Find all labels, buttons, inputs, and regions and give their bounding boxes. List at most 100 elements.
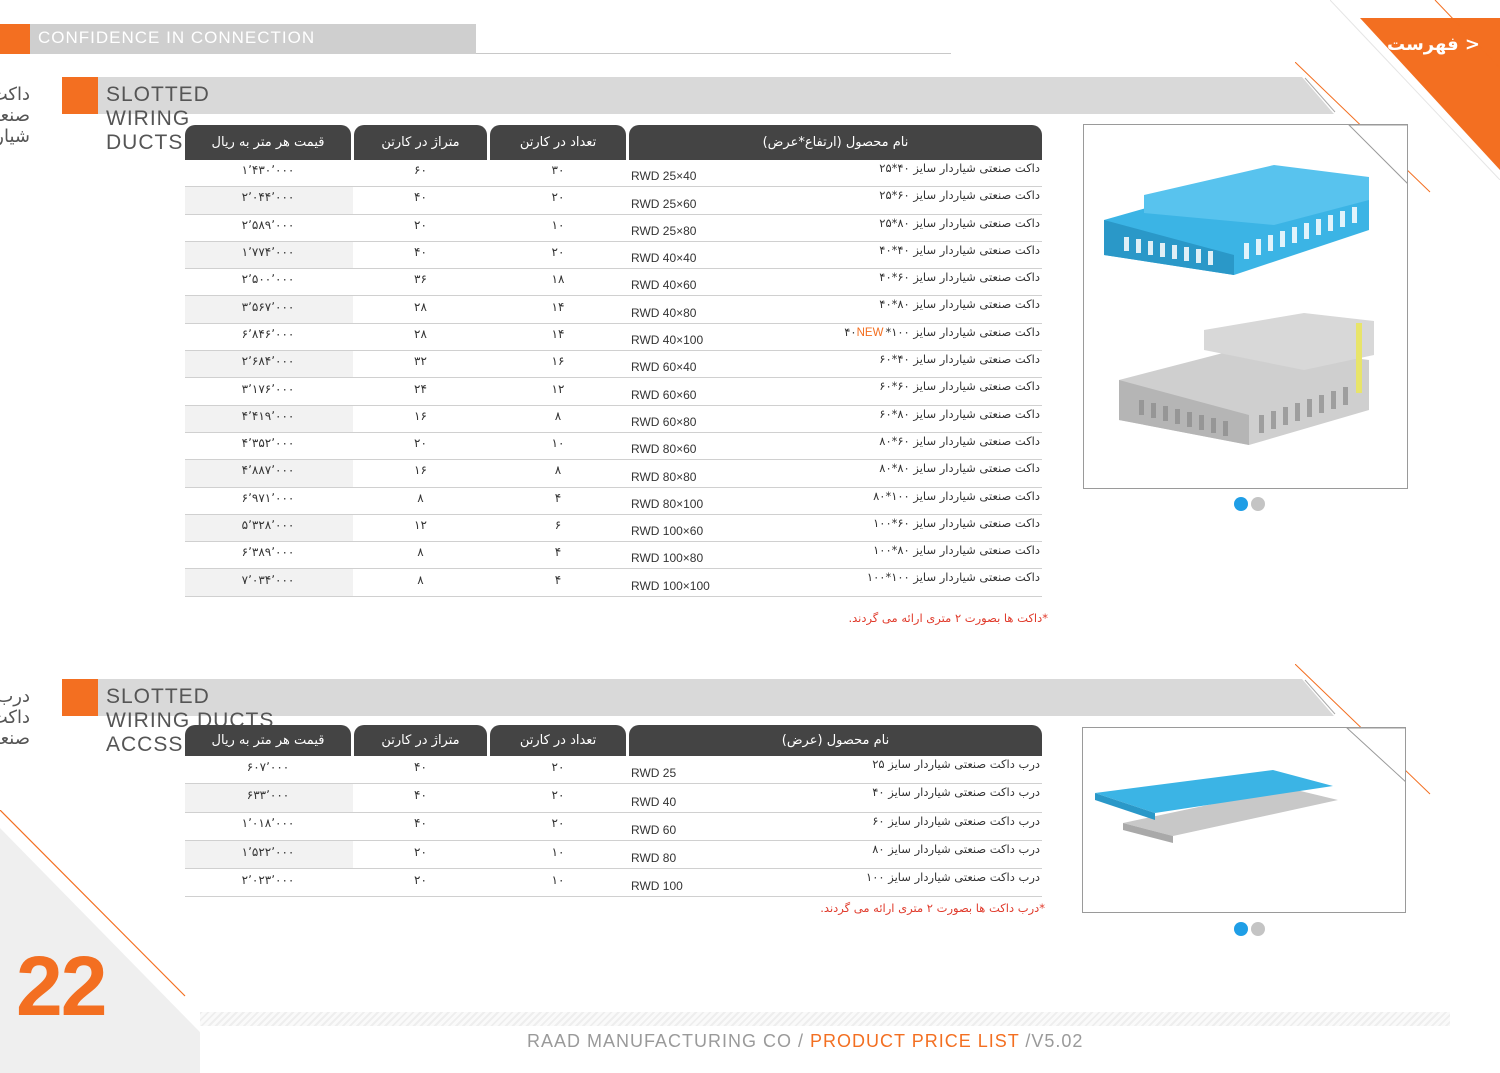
price-cell: ۴٬۴۱۹٬۰۰۰ — [241, 408, 295, 423]
product-name-text: داکت صنعتی شیاردار سایز ۶۰*۴۰ — [879, 270, 1040, 285]
meter-cell: ۴۰ — [414, 759, 427, 774]
price-cell: ۱٬۴۳۰٬۰۰۰ — [241, 163, 295, 178]
product-name: داکت صنعتی شیاردار سایز ۶۰*۸۰ — [780, 433, 1040, 459]
product-name-text: داکت صنعتی شیاردار سایز ۶۰*۶۰ — [879, 379, 1040, 394]
count-cell: ۲۰ — [551, 787, 565, 802]
ducts-product-image — [1083, 124, 1408, 489]
table-row: ۱٬۴۳۰٬۰۰۰ ۶۰ ۳۰ RWD 25×40 داکت صنعتی شیاردار… — [185, 160, 1042, 188]
table-row: ۲٬۰۲۳٬۰۰۰ ۲۰ ۱۰ RWD 100 درب داکت صنعتی شیارد… — [185, 869, 1042, 898]
product-name-text: داکت صنعتی شیاردار سایز ۶۰*۲۵ — [879, 188, 1040, 203]
product-code: RWD 100×60 — [631, 524, 704, 539]
col-meter: متراژ در کارتن — [354, 125, 487, 160]
product-name-text: داکت صنعتی شیاردار سایز ۱۰۰*۱۰۰ — [866, 570, 1040, 585]
menu-link[interactable]: < فهرست — [1387, 34, 1480, 55]
carousel-dot-active[interactable] — [1234, 497, 1248, 511]
product-name: داکت صنعتی شیاردار سایز ۶۰*۲۵ — [780, 187, 1040, 213]
product-name: درب داکت صنعتی شیاردار سایز ۴۰ — [780, 784, 1040, 811]
product-name: داکت صنعتی شیاردار سایز ۱۰۰*۸۰ — [780, 488, 1040, 514]
section-title-fa: درب داکت صنعتی — [0, 686, 30, 749]
divider — [476, 53, 951, 54]
table-row: ۵٬۳۲۸٬۰۰۰ ۱۲ ۶ RWD 100×60 داکت صنعتی شیاردار… — [185, 514, 1042, 543]
price-cell: ۳٬۱۷۶٬۰۰۰ — [241, 381, 295, 396]
product-name: داکت صنعتی شیاردار سایز ۶۰*۶۰ — [780, 378, 1040, 404]
product-code: RWD 40×100 — [631, 333, 704, 348]
meter-cell: ۶۰ — [414, 163, 427, 178]
product-name: داکت صنعتی شیاردار سایز ۶۰*۴۰ — [780, 269, 1040, 295]
count-cell: ۲۰ — [551, 759, 565, 774]
product-name: داکت صنعتی شیاردار سایز ۱۰۰*۴۰NEW — [780, 324, 1040, 350]
price-cell: ۱٬۰۱۸٬۰۰۰ — [241, 816, 295, 831]
product-code: RWD 80×60 — [631, 442, 697, 457]
product-code: RWD 60×40 — [631, 360, 697, 375]
col-price: قیمت هر متر به ریال — [185, 125, 351, 160]
ducts-note: *داکت ها بصورت ۲ متری ارائه می گردند. — [848, 611, 1048, 625]
product-name-text: داکت صنعتی شیاردار سایز ۸۰*۶۰ — [879, 406, 1040, 421]
col-count: تعداد در کارتن — [490, 725, 626, 756]
meter-cell: ۲۴ — [414, 381, 427, 396]
price-cell: ۶۳۳٬۰۰۰ — [246, 787, 290, 802]
count-cell: ۴ — [554, 490, 562, 505]
product-name-text: درب داکت صنعتی شیاردار سایز ۱۰۰ — [866, 870, 1040, 885]
product-name-text: داکت صنعتی شیاردار سایز ۶۰*۱۰۰ — [873, 515, 1040, 530]
price-cell: ۱٬۷۷۴٬۰۰۰ — [241, 245, 295, 260]
new-badge: NEW — [856, 326, 884, 339]
image-carousel-dots — [1234, 922, 1265, 936]
count-cell: ۲۰ — [551, 816, 565, 831]
count-cell: ۱۴ — [551, 326, 565, 341]
meter-cell: ۸ — [417, 572, 424, 587]
product-code: RWD 25×60 — [631, 196, 697, 211]
product-code: RWD 25×40 — [631, 169, 697, 184]
footer-company: RAAD MANUFACTURING CO / — [527, 1031, 811, 1051]
price-cell: ۴٬۳۵۲٬۰۰۰ — [241, 436, 295, 451]
top-banner: CONFIDENCE IN CONNECTION — [0, 24, 476, 54]
product-name: داکت صنعتی شیاردار سایز ۸۰*۲۵ — [780, 215, 1040, 241]
table-row: ۲٬۵۰۰٬۰۰۰ ۳۶ ۱۸ RWD 40×60 داکت صنعتی شیاردار… — [185, 269, 1042, 297]
table-row: ۴٬۴۱۹٬۰۰۰ ۱۶ ۸ RWD 60×80 داکت صنعتی شیاردار … — [185, 405, 1042, 433]
col-price: قیمت هر متر به ریال — [185, 725, 351, 756]
carousel-dot[interactable] — [1251, 922, 1265, 936]
meter-cell: ۸ — [417, 545, 424, 560]
ducts-illustration — [1104, 125, 1407, 445]
count-cell: ۱۲ — [551, 381, 565, 396]
carousel-dot[interactable] — [1251, 497, 1265, 511]
meter-cell: ۲۸ — [414, 326, 427, 341]
product-code: RWD 40×40 — [631, 251, 697, 266]
product-name-text: داکت صنعتی شیاردار سایز ۱۰۰*۸۰ — [873, 488, 1040, 503]
table-row: ۲٬۶۸۴٬۰۰۰ ۳۲ ۱۶ RWD 60×40 داکت صنعتی شیاردار… — [185, 351, 1042, 379]
count-cell: ۴ — [554, 545, 562, 560]
price-cell: ۶٬۳۸۹٬۰۰۰ — [241, 545, 295, 560]
product-code: RWD 25 — [631, 766, 677, 781]
price-cell: ۶۰۷٬۰۰۰ — [246, 759, 290, 774]
product-name: داکت صنعتی شیاردار سایز ۶۰*۱۰۰ — [780, 515, 1040, 541]
table-row: ۲٬۵۸۹٬۰۰۰ ۲۰ ۱۰ RWD 25×80 داکت صنعتی شیاردار… — [185, 214, 1042, 242]
footer-version: /V5.02 — [1019, 1031, 1084, 1051]
meter-cell: ۴۰ — [414, 787, 427, 802]
product-code: RWD 80×100 — [631, 496, 704, 511]
table-row: ۱٬۵۲۲٬۰۰۰ ۲۰ ۱۰ RWD 80 درب داکت صنعتی شیاردا… — [185, 840, 1042, 870]
carousel-dot-active[interactable] — [1234, 922, 1248, 936]
col-name: نام محصول (ارتفاع*عرض) — [629, 125, 1042, 160]
meter-cell: ۲۰ — [414, 844, 427, 859]
product-name: داکت صنعتی شیاردار سایز ۸۰*۶۰ — [780, 406, 1040, 432]
blue-duct-group — [1104, 165, 1369, 275]
count-cell: ۸ — [554, 408, 562, 423]
banner-accent — [0, 24, 30, 54]
meter-cell: ۳۲ — [414, 354, 427, 369]
product-code: RWD 80×80 — [631, 469, 697, 484]
product-name-text: داکت صنعتی شیاردار سایز ۸۰*۸۰ — [879, 461, 1040, 476]
count-cell: ۱۰ — [551, 872, 565, 887]
product-code: RWD 40 — [631, 794, 677, 809]
footer-doc-title: PRODUCT PRICE LIST — [810, 1031, 1020, 1051]
section-accent — [62, 679, 98, 716]
price-cell: ۲٬۰۲۳٬۰۰۰ — [241, 872, 295, 887]
footer-text: RAAD MANUFACTURING CO / PRODUCT PRICE LI… — [527, 1031, 1083, 1052]
count-cell: ۸ — [554, 463, 562, 478]
accessories-note: *درب داکت ها بصورت ۲ متری ارائه می گردند… — [820, 901, 1045, 915]
meter-cell: ۲۸ — [414, 299, 427, 314]
meter-cell: ۲۰ — [414, 872, 427, 887]
table-row: ۱٬۷۷۴٬۰۰۰ ۴۰ ۲۰ RWD 40×40 داکت صنعتی شیاردار… — [185, 241, 1042, 270]
table-row: ۲٬۰۴۴٬۰۰۰ ۴۰ ۲۰ RWD 25×60 داکت صنعتی شیاردار… — [185, 187, 1042, 215]
product-code: RWD 60×80 — [631, 414, 697, 429]
price-cell: ۳٬۵۶۷٬۰۰۰ — [241, 299, 295, 314]
meter-cell: ۴۰ — [414, 816, 427, 831]
